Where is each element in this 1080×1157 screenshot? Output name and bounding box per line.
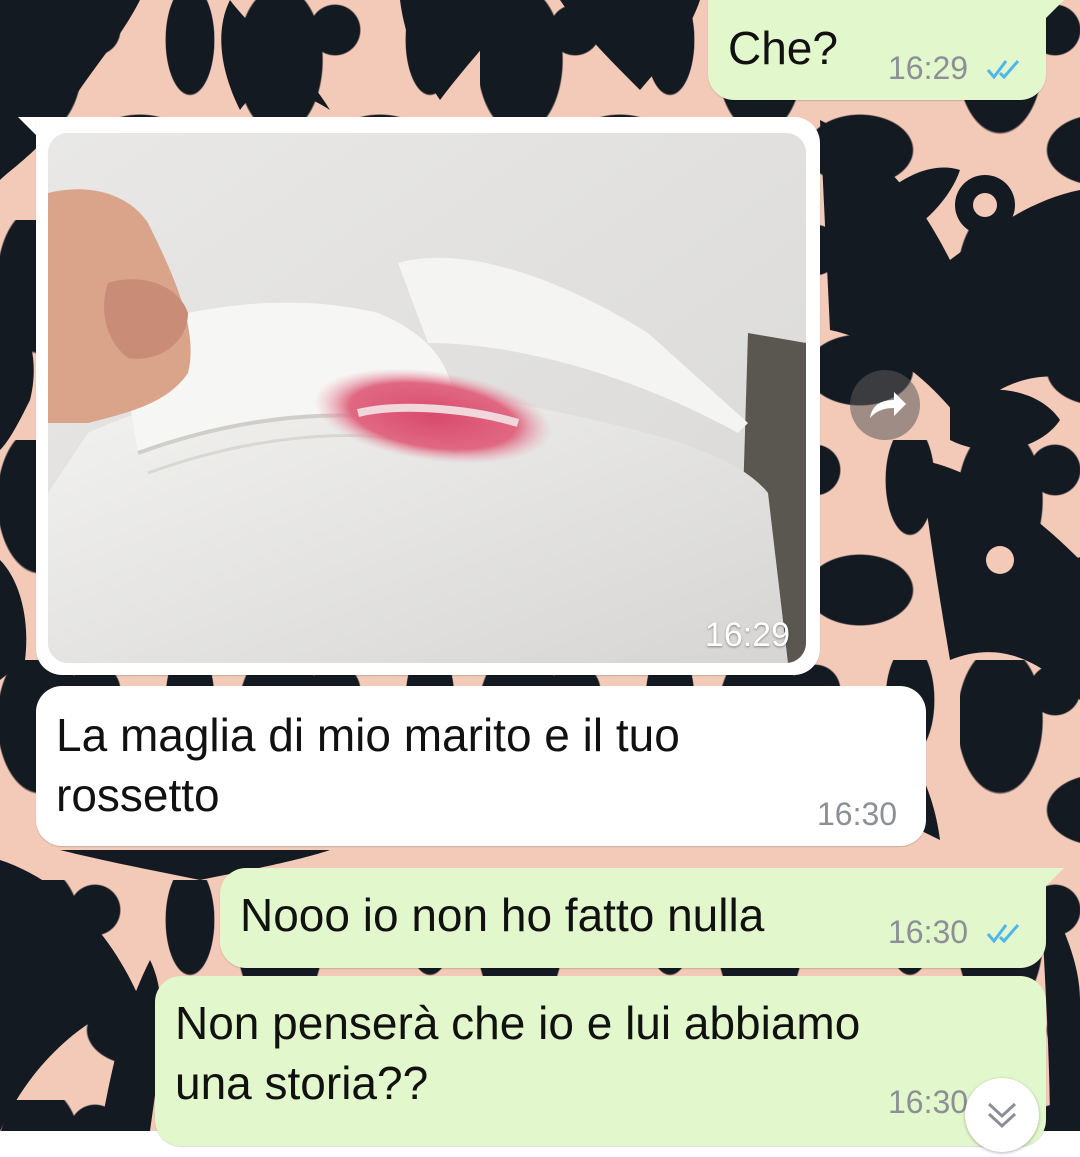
message-text: Che?	[728, 22, 838, 74]
message-time: 16:30	[888, 914, 969, 950]
scroll-down-button[interactable]	[965, 1078, 1039, 1152]
shared-photo[interactable]: 16:29	[48, 133, 806, 663]
message-text-line-1: La maglia di mio marito e il tuo	[56, 709, 680, 761]
message-time: 16:29	[888, 50, 969, 86]
double-check-icon	[986, 924, 1020, 944]
bubble-tail	[1040, 868, 1064, 892]
forward-arrow-icon	[870, 392, 906, 418]
bubble-tail	[1040, 0, 1064, 24]
message-time: 16:30	[817, 796, 898, 832]
message-time: 16:30	[888, 1084, 969, 1120]
forward-button[interactable]	[850, 370, 920, 440]
photo-lipstick-shirt	[48, 133, 806, 663]
message-text-line-2: una storia??	[175, 1057, 429, 1109]
message-text: Nooo io non ho fatto nulla	[240, 889, 765, 941]
message-text-line-2: rossetto	[56, 769, 220, 821]
image-time: 16:29	[704, 616, 790, 654]
double-chevron-down-icon	[987, 1102, 1017, 1129]
double-check-icon	[986, 60, 1020, 80]
message-text-line-1: Non penserà che io e lui abbiamo	[175, 997, 861, 1049]
